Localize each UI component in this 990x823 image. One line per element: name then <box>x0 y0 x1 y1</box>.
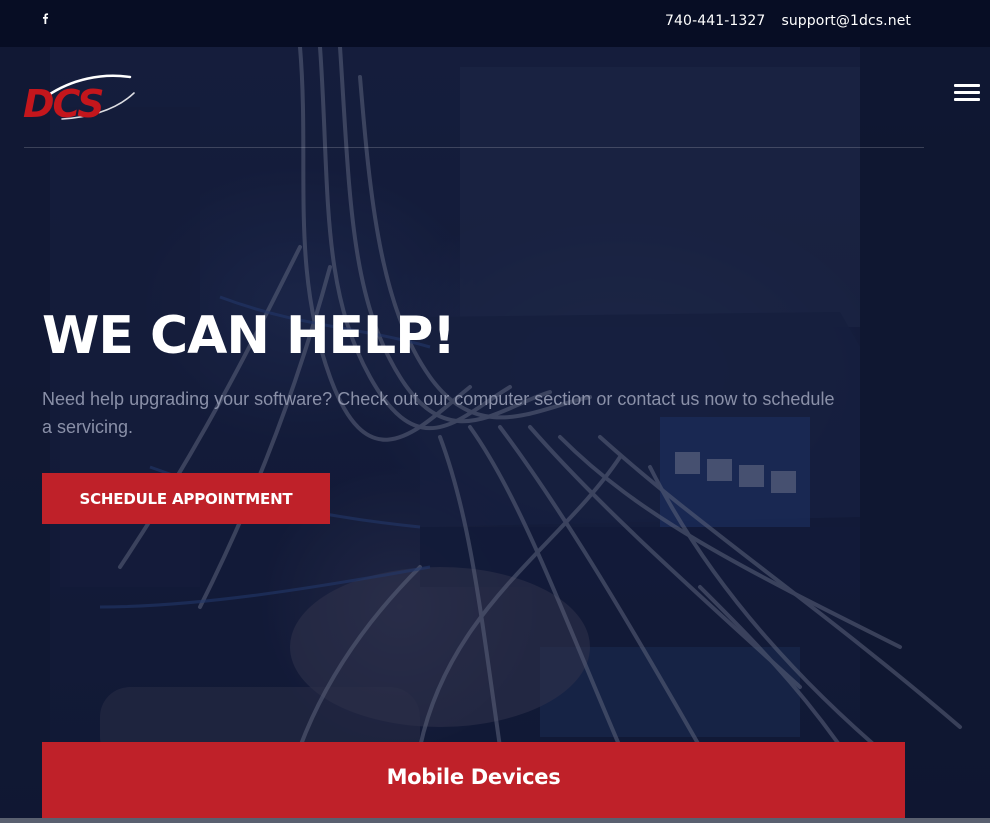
phone-link[interactable]: 740-441-1327 <box>665 13 765 29</box>
bottom-edge <box>0 818 990 823</box>
hero-subtitle: Need help upgrading your software? Check… <box>42 389 835 437</box>
hamburger-menu-icon[interactable] <box>954 81 980 103</box>
schedule-appointment-button[interactable]: SCHEDULE APPOINTMENT <box>42 473 330 524</box>
hero-title: WE CAN HELP! <box>42 306 456 366</box>
service-card-title: Mobile Devices <box>386 765 561 789</box>
service-card-mobile-devices[interactable]: Mobile Devices <box>42 742 905 823</box>
header-divider <box>24 147 924 148</box>
email-link[interactable]: support@1dcs.net <box>781 13 911 29</box>
hero-section: DCS WE CAN HELP! Need help upgrading you… <box>0 47 990 823</box>
facebook-icon[interactable] <box>40 12 54 32</box>
page: 740-441-1327 support@1dcs.net DCS WE CAN… <box>0 0 990 823</box>
top-bar: 740-441-1327 support@1dcs.net <box>0 0 990 47</box>
logo-text: DCS <box>23 82 103 123</box>
contact-info: 740-441-1327 support@1dcs.net <box>665 13 911 29</box>
dcs-logo[interactable]: DCS <box>22 71 147 123</box>
